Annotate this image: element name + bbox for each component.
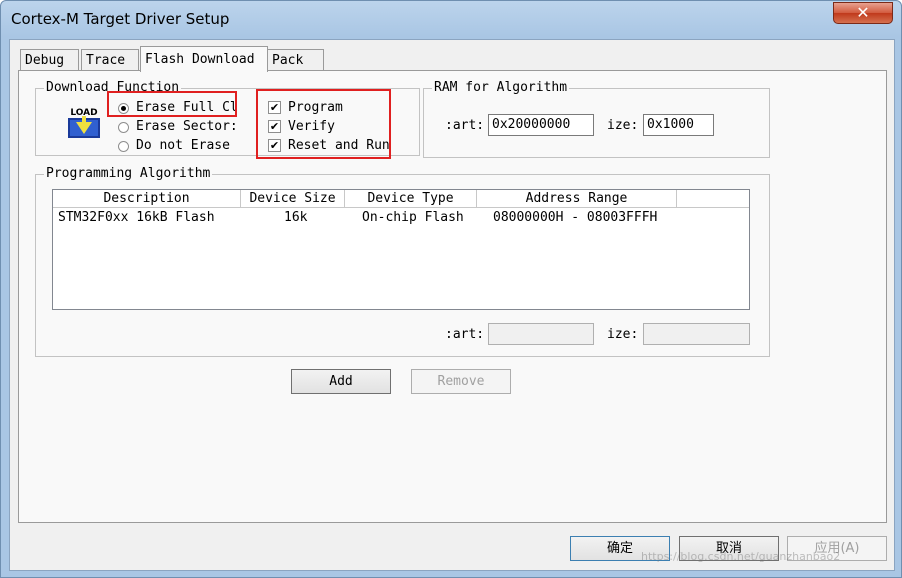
algorithm-list[interactable]: Description Device Size Device Type Addr… xyxy=(52,189,750,310)
algorithm-start-label: :art: xyxy=(445,327,485,342)
highlight-erase-full-chip xyxy=(107,91,237,117)
tab-debug[interactable]: Debug xyxy=(20,49,79,71)
check-icon: ✔ xyxy=(269,139,280,152)
tab-label: Debug xyxy=(25,53,65,68)
title-bar[interactable]: Cortex-M Target Driver Setup ✕ xyxy=(1,1,901,39)
ram-size-input[interactable]: 0x1000 xyxy=(643,114,714,136)
svg-text:LOAD: LOAD xyxy=(70,108,97,118)
tab-flash-download[interactable]: Flash Download xyxy=(140,46,268,72)
do-not-erase-radio[interactable] xyxy=(118,141,129,152)
algorithm-size-label: ize: xyxy=(607,327,639,342)
watermark-text: https://blog.csdn.net/guanzhanbao2 xyxy=(641,550,841,563)
cell-device-type: On-chip Flash xyxy=(362,210,464,225)
verify-label: Verify xyxy=(288,119,335,134)
tab-pack[interactable]: Pack xyxy=(267,49,324,71)
check-icon: ✔ xyxy=(269,120,280,133)
cell-address-range: 08000000H - 08003FFFH xyxy=(493,210,658,225)
check-icon: ✔ xyxy=(269,101,280,114)
do-not-erase-label: Do not Erase xyxy=(136,138,230,153)
column-header-device-type[interactable]: Device Type xyxy=(345,190,477,208)
algorithm-start-input[interactable] xyxy=(488,323,594,345)
close-button[interactable]: ✕ xyxy=(833,2,893,24)
remove-button[interactable]: Remove xyxy=(411,369,511,394)
column-header-device-size[interactable]: Device Size xyxy=(241,190,345,208)
tab-trace[interactable]: Trace xyxy=(81,49,139,71)
dialog-client: Debug Trace Flash Download Pack Download… xyxy=(9,39,895,571)
cell-description: STM32F0xx 16kB Flash xyxy=(58,210,215,225)
window-title: Cortex-M Target Driver Setup xyxy=(11,10,230,28)
reset-and-run-label: Reset and Run xyxy=(288,138,390,153)
close-icon: ✕ xyxy=(856,3,870,22)
add-button[interactable]: Add xyxy=(291,369,391,394)
verify-checkbox[interactable]: ✔ xyxy=(268,120,281,133)
tab-label: Trace xyxy=(86,53,126,68)
erase-sectors-radio[interactable] xyxy=(118,122,129,133)
algorithm-size-input[interactable] xyxy=(643,323,750,345)
column-header-filler xyxy=(677,190,749,208)
cell-device-size: 16k xyxy=(284,210,308,225)
flash-download-panel: Download Function LOAD Erase Full Cl Era… xyxy=(18,70,887,523)
erase-sectors-label: Erase Sector: xyxy=(136,119,238,134)
program-label: Program xyxy=(288,100,343,115)
column-header-address-range[interactable]: Address Range xyxy=(477,190,677,208)
programming-algorithm-title: Programming Algorithm xyxy=(44,166,213,182)
ram-start-input[interactable]: 0x20000000 xyxy=(488,114,594,136)
ram-size-label: ize: xyxy=(607,118,639,133)
column-header-description[interactable]: Description xyxy=(53,190,241,208)
ram-title: RAM for Algorithm xyxy=(432,80,570,96)
tab-label: Pack xyxy=(272,53,304,68)
tab-label: Flash Download xyxy=(145,52,255,67)
reset-and-run-checkbox[interactable]: ✔ xyxy=(268,139,281,152)
ram-start-label: :art: xyxy=(445,118,485,133)
dialog-window: Cortex-M Target Driver Setup ✕ Debug Tra… xyxy=(0,0,902,578)
load-icon: LOAD xyxy=(68,108,100,138)
program-checkbox[interactable]: ✔ xyxy=(268,101,281,114)
